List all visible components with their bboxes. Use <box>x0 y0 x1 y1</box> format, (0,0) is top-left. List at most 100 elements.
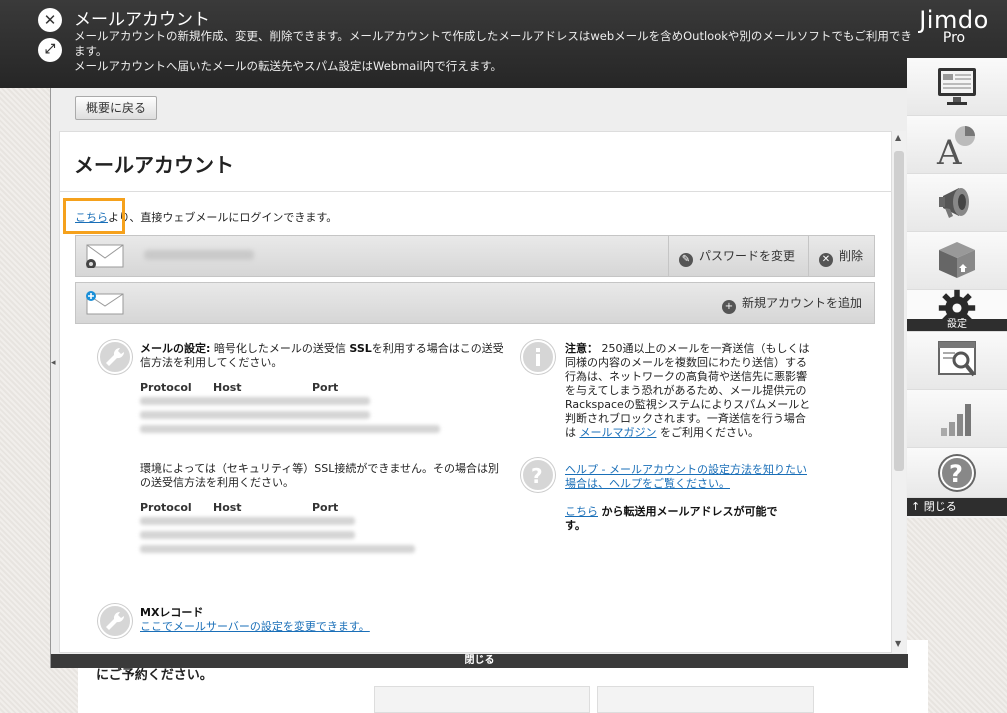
change-password-label: パスワードを変更 <box>699 249 796 263</box>
header-description-line: メールアカウントの新規作成、変更、削除できます。メールアカウントで作成したメール… <box>74 29 912 58</box>
host-header: Host <box>213 381 242 394</box>
background-box <box>374 686 590 713</box>
forward-text1: から転送用メールアドレスが可能で <box>601 505 778 518</box>
help-icon: ? <box>521 458 555 492</box>
notice-line: 同様の内容のメールを複数回にわたり送信）する <box>565 356 807 369</box>
header-description: メールアカウントの新規作成、変更、削除できます。メールアカウントで作成したメール… <box>74 29 914 74</box>
mx-record-text: MXレコード ここでメールサーバーの設定を変更できます。 <box>140 606 440 634</box>
mail-account-content: メールアカウント こちら より、直接ウェブメールにログインできます。 ✎ パスワード… <box>59 131 892 653</box>
envelope-settings-icon <box>86 244 124 268</box>
forward-text2: す。 <box>565 519 586 532</box>
add-account-label: 新規アカウントを追加 <box>742 296 863 310</box>
plain-config-blurred <box>140 517 355 525</box>
svg-text:?: ? <box>531 464 543 488</box>
notice-line: Rackspaceの監視システムによりスパムメールと <box>565 398 811 411</box>
ssl-config-blurred <box>140 425 440 433</box>
back-to-overview-button[interactable]: 概要に戻る <box>75 96 158 120</box>
protocol-header: Protocol <box>140 381 192 394</box>
delete-account-button[interactable]: ✕ 削除 <box>808 236 874 276</box>
sidebar-item-style[interactable]: A <box>907 116 1007 174</box>
wrench-icon <box>98 604 132 638</box>
style-icon: A <box>936 126 975 166</box>
wrench-icon <box>98 340 132 374</box>
sidebar-item-label: 設定 <box>907 319 1007 331</box>
help-text: ヘルプ - メールアカウントの設定方法を知りたい 場合は、ヘルプをご覧ください。 <box>565 463 835 491</box>
info-icon <box>521 340 555 374</box>
package-icon <box>939 242 975 278</box>
stats-icon <box>941 404 971 436</box>
arrow-up-icon: ↑ <box>911 500 921 513</box>
highlight-box <box>63 198 125 234</box>
host-header: Host <box>213 501 242 514</box>
mail-settings-text: メールの設定: 暗号化したメールの送受信 SSLを利用する場合はこの送受 信方法… <box>140 342 510 370</box>
notice-line: 判断されブロックされます。一斉送信を行う場合 <box>565 412 806 425</box>
mail-settings-label: メールの設定: <box>140 342 211 355</box>
sidebar-item-settings[interactable]: 設定 <box>907 289 1007 332</box>
settings-panel: 概要に戻る ◂ メールアカウント こちら より、直接ウェブメールにログインできます… <box>50 88 908 668</box>
add-icon: + <box>722 300 736 314</box>
sidebar-item-seo[interactable] <box>907 332 1007 390</box>
plain-config-blurred <box>140 545 415 553</box>
port-header: Port <box>312 381 339 394</box>
change-password-button[interactable]: ✎ パスワードを変更 <box>668 236 808 276</box>
sidebar-close-button[interactable]: ↑ 閉じる <box>907 498 1007 516</box>
mx-record-link[interactable]: ここでメールサーバーの設定を変更できます。 <box>140 620 370 633</box>
top-header: ✕ ⤢ メールアカウント メールアカウントの新規作成、変更、削除できます。メール… <box>0 0 1007 88</box>
fallback-text1: 環境によっては（セキュリティ等）SSL接続ができません。その場合は別 <box>140 462 500 475</box>
jimdo-logo: Jimdo Pro <box>909 6 999 46</box>
help-link[interactable]: ヘルプ - メールアカウントの設定方法を知りたい <box>565 463 807 476</box>
scroll-up-icon[interactable]: ▲ <box>895 133 901 142</box>
svg-text:?: ? <box>949 460 963 488</box>
header-title: メールアカウント <box>74 10 210 30</box>
forward-link[interactable]: こちら <box>565 505 598 518</box>
notice-line: 250通以上のメールを一斉送信（もしくは <box>601 342 810 355</box>
notice-label: 注意： <box>565 342 598 355</box>
envelope-add-icon <box>86 291 124 315</box>
delete-icon: ✕ <box>819 253 833 267</box>
panel-close-button[interactable]: 閉じる <box>51 654 908 668</box>
delete-label: 削除 <box>839 249 864 263</box>
notice-text: 注意： 250通以上のメールを一斉送信（もしくは 同様の内容のメールを複数回にわ… <box>565 342 825 440</box>
forward-text: こちら から転送用メールアドレスが可能で す。 <box>565 505 825 533</box>
add-account-row[interactable]: + 新規アカウントを追加 <box>75 282 875 324</box>
scroll-down-icon[interactable]: ▼ <box>895 639 901 648</box>
content-scrollbar[interactable]: ▲ ▼ <box>892 131 906 653</box>
seo-icon <box>938 341 976 377</box>
sidebar-item-stats[interactable] <box>907 390 1007 448</box>
webmail-login-suffix: より、直接ウェブメールにログインできます。 <box>108 211 338 224</box>
sidebar-item-help[interactable]: ? <box>907 448 1007 498</box>
close-icon[interactable]: ✕ <box>38 8 62 32</box>
mail-account-row[interactable]: ✎ パスワードを変更 ✕ 削除 <box>75 235 875 277</box>
port-header: Port <box>312 501 339 514</box>
mail-settings-text2: を利用する場合はこの送受 <box>371 342 504 355</box>
notice-line: を与えてしまう恐れがあるため、メール提供元の <box>565 384 807 397</box>
sidebar-item-layout[interactable] <box>907 58 1007 116</box>
mail-settings-text3: 信方法を利用してください。 <box>140 356 283 369</box>
right-sidebar: A 設定 ? ↑ 閉じる <box>907 58 1007 518</box>
collapse-left-icon[interactable]: ◂ <box>51 358 56 368</box>
add-account-button[interactable]: + 新規アカウントを追加 <box>712 283 874 323</box>
sidebar-close-label: 閉じる <box>923 500 957 513</box>
scroll-thumb[interactable] <box>894 151 904 471</box>
help-icon: ? <box>938 454 976 492</box>
ssl-config-blurred <box>140 411 370 419</box>
megaphone-icon <box>939 188 969 218</box>
expand-icon[interactable]: ⤢ <box>38 38 62 62</box>
fallback-text2: の送受信方法を利用ください。 <box>140 476 294 489</box>
sidebar-item-marketing[interactable] <box>907 174 1007 232</box>
protocol-header: Protocol <box>140 501 192 514</box>
svg-text:A: A <box>936 133 962 166</box>
newsletter-link[interactable]: メールマガジン <box>580 426 657 439</box>
ssl-config-blurred <box>140 397 370 405</box>
mail-settings-text1: 暗号化したメールの送受信 <box>213 342 346 355</box>
help-link[interactable]: 場合は、ヘルプをご覧ください。 <box>565 477 730 490</box>
background-box <box>597 686 814 713</box>
page-title: メールアカウント <box>74 153 234 177</box>
sidebar-item-package[interactable] <box>907 232 1007 290</box>
edit-icon: ✎ <box>679 253 693 267</box>
notice-line: 行為は、ネットワークの高負荷や送信先に悪影響 <box>565 370 807 383</box>
header-description-line: メールアカウントへ届いたメールの転送先やスパム設定はWebmail内で行えます。 <box>74 59 503 73</box>
mx-record-label: MXレコード <box>140 606 204 619</box>
layout-icon <box>938 68 976 105</box>
ssl-label: SSL <box>349 342 372 355</box>
